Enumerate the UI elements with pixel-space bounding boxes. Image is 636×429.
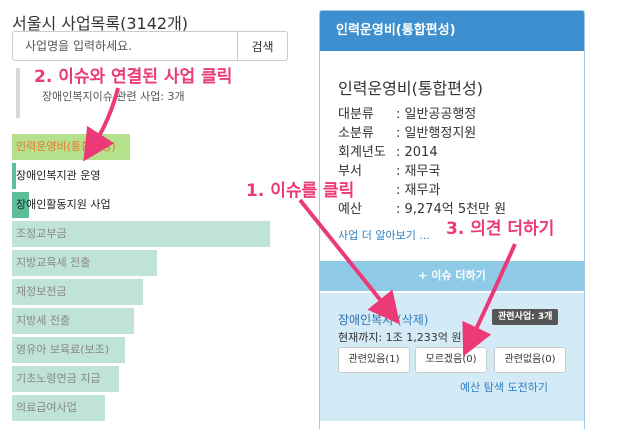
info-row: 소분류 : 일반행정지원 [338,124,506,143]
project-bar-label: 의료급여사업 [16,401,77,414]
annotation-step3: 3. 의견 더하기 [446,219,555,239]
project-bar-row[interactable]: 영유아 보육료(보조) [12,337,302,363]
project-bar-row[interactable]: 지방세 전출 [12,308,302,334]
info-value: : 재무국 [396,164,441,179]
info-value: : 일반공공행정 [396,107,477,122]
more-info-link[interactable]: 사업 더 알아보기 ... [338,227,430,243]
issue-name-link[interactable]: 장애인복지 [338,313,393,327]
project-bar-row[interactable]: 의료급여사업 [12,395,302,421]
panel-header: 인력운영비(통합편성) [320,11,584,51]
project-bar-row[interactable]: 기초노령연금 지급 [12,366,302,392]
project-bar-label: 인력운영비(통합편성) [16,140,116,153]
project-bar-label: 장애인복지관 운영 [16,169,101,182]
info-row: 회계년도 : 2014 [338,143,506,162]
search-button[interactable]: 검색 [237,31,288,61]
project-bar-row[interactable]: 조정교부금 [12,221,302,247]
vote-unrelated-button[interactable]: 관련없음(0) [494,347,566,373]
vote-related-button[interactable]: 관련있음(1) [338,347,410,373]
project-bar-label: 영유아 보육료(보조) [16,343,110,356]
related-projects-count: 장애인복지이슈 관련 사업: 3개 [42,90,185,103]
project-bar-row[interactable]: 재정보전금 [12,279,302,305]
project-bar-label: 지방교육세 전출 [16,256,91,269]
annotation-step1: 1. 이슈를 클릭 [246,181,355,201]
vote-unknown-button[interactable]: 모르겠음(0) [415,347,487,373]
project-bar-label: 기초노령연금 지급 [16,372,101,385]
search-input[interactable] [12,31,238,61]
annotation-step2: 2. 이슈와 연결된 사업 클릭 [34,67,233,87]
project-info: 대분류 : 일반공공행정 소분류 : 일반행정지원 회계년도 : 2014 부서: 재… [338,105,506,219]
info-key: 예산 [338,202,362,217]
info-key: 소분류 [338,126,374,141]
info-key: 회계년도 [338,145,386,160]
project-title: 인력운영비(통합편성) [338,79,483,98]
add-issue-button[interactable]: + 이슈 더하기 [320,261,584,291]
project-bar-label: 조정교부금 [16,227,67,240]
info-key: 대분류 [338,107,374,122]
related-projects-badge[interactable]: 관련사업: 3개 [492,309,559,325]
info-row: 부서: 재무국 [338,162,506,181]
info-value: : 2014 [396,145,438,160]
issue-name: 장애인복지 (삭제) [338,311,428,328]
info-value: : 일반행정지원 [396,126,477,141]
budget-challenge-link[interactable]: 예산 탐색 도전하기 [460,379,548,395]
project-bar-row[interactable]: 인력운영비(통합편성) [12,134,302,160]
cumulative-amount: 현재까지: 1조 1,233억 원 [338,331,462,344]
info-value: : 재무과 [396,183,441,198]
info-row: 대분류 : 일반공공행정 [338,105,506,124]
project-bar-label: 재정보전금 [16,285,67,298]
search-bar: 검색 [12,31,288,61]
project-bar-row[interactable]: 지방교육세 전출 [12,250,302,276]
related-issue-marker [16,68,20,118]
project-bar-label: 지방세 전출 [16,314,71,327]
issue-delete-link[interactable]: (삭제) [397,313,428,327]
project-bar-label: 장애인활동지원 사업 [16,198,111,211]
info-row: : 재무과 [338,181,506,200]
